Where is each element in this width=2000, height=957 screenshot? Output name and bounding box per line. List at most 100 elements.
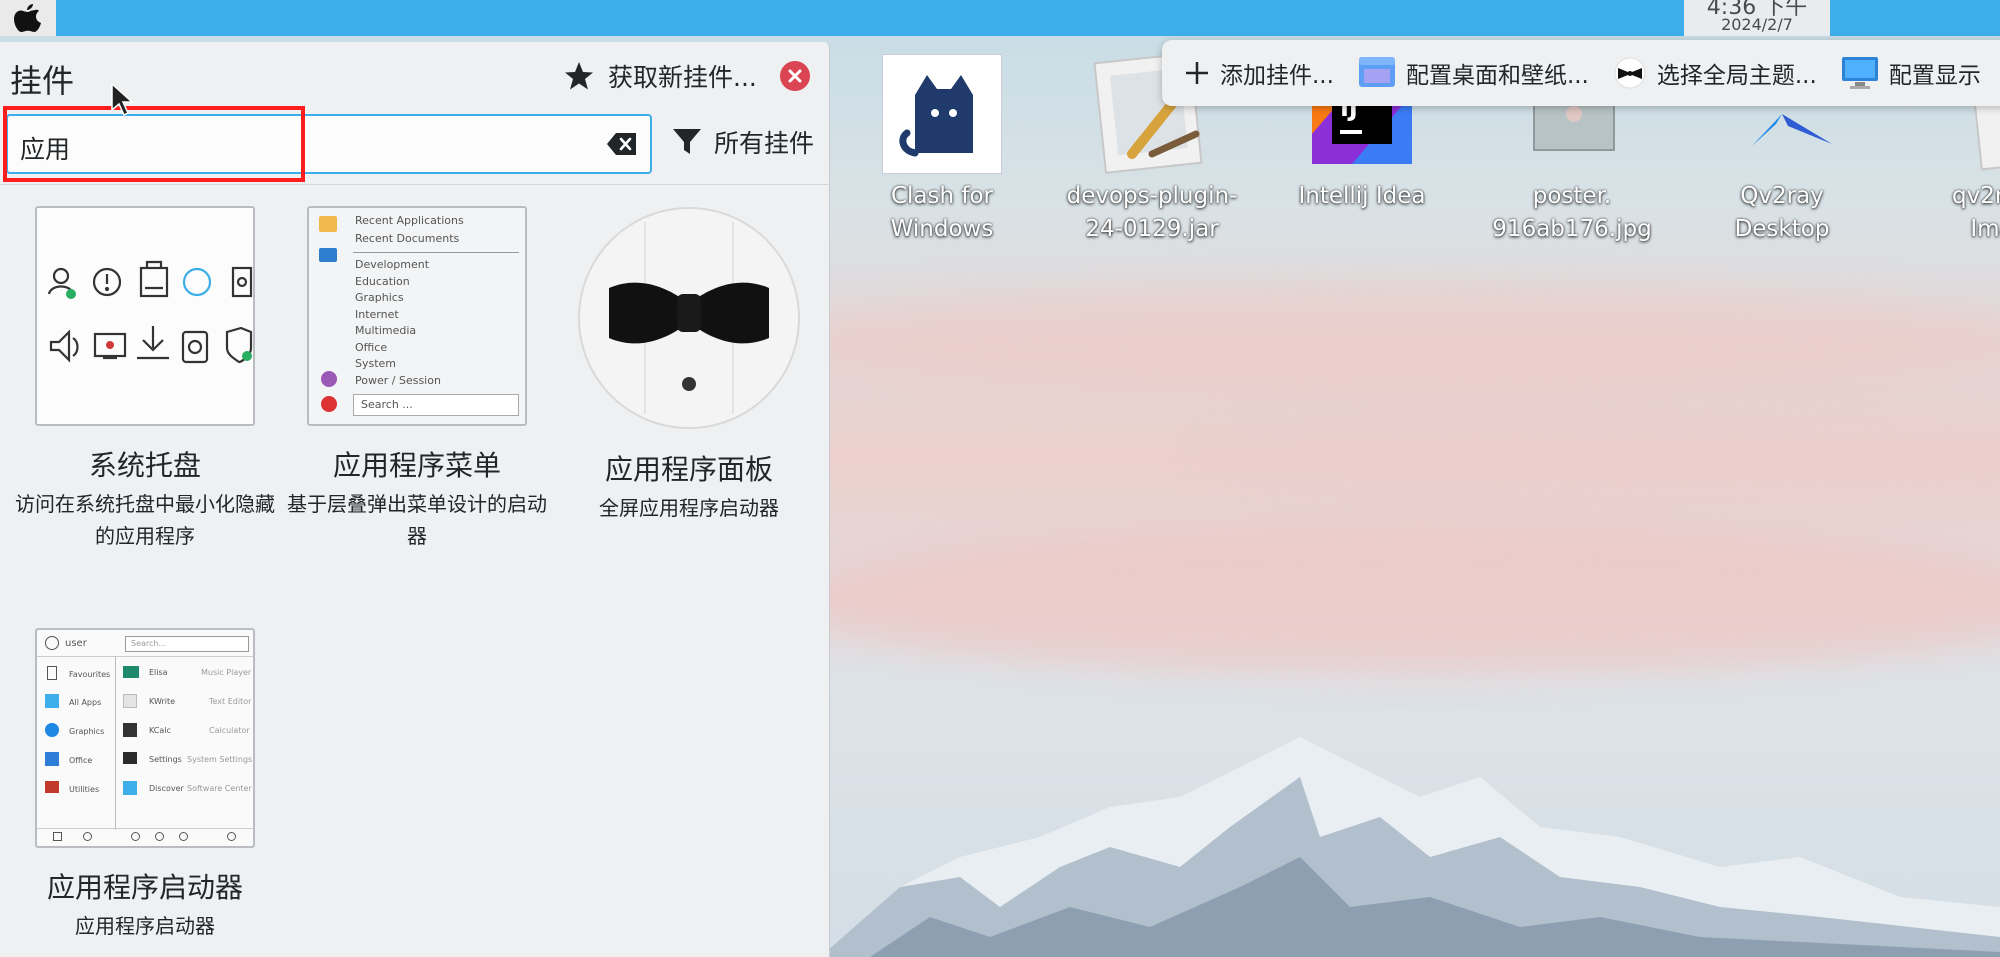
system-tray-preview xyxy=(35,206,255,426)
grid-icon xyxy=(53,832,62,841)
desktop-icon-label: Ima xyxy=(1970,216,2000,242)
widget-filter-label: 所有挂件 xyxy=(714,129,815,158)
clash-cat-icon xyxy=(882,54,1002,174)
restart-icon xyxy=(179,832,188,841)
application-menu-preview: Recent Applications Recent Documents Dev… xyxy=(307,206,527,426)
get-new-widgets-button[interactable]: 获取新挂件... xyxy=(564,58,757,94)
search-highlight-box xyxy=(3,106,305,182)
launcher-app-name: KCalc xyxy=(149,726,171,735)
get-new-widgets-label: 获取新挂件... xyxy=(608,63,757,92)
launcher-category: Office xyxy=(69,756,93,765)
menu-preview-item: Multimedia xyxy=(355,324,417,337)
widget-description: 应用程序启动器 xyxy=(75,914,215,938)
menu-preview-item: System xyxy=(355,357,397,370)
widget-filter-button[interactable]: 所有挂件 xyxy=(672,124,814,160)
launcher-user: user xyxy=(65,638,87,649)
info-icon xyxy=(227,832,236,841)
kcalc-icon xyxy=(123,723,137,737)
widget-name: 应用程序菜单 xyxy=(332,449,501,482)
star-icon xyxy=(564,61,594,91)
launcher-app-desc: Text Editor xyxy=(209,697,252,706)
widget-description: 全屏应用程序启动器 xyxy=(599,496,779,520)
menu-separator xyxy=(353,252,519,253)
launcher-app-name: Settings xyxy=(149,755,182,764)
discover-icon xyxy=(123,781,137,795)
bowtie-icon xyxy=(577,206,801,430)
user-avatar-icon xyxy=(45,636,59,650)
office-icon xyxy=(45,752,59,766)
close-panel-button[interactable] xyxy=(780,61,810,91)
configure-desktop-button[interactable]: 配置桌面和壁纸... xyxy=(1358,48,1589,98)
launcher-app-desc: Music Player xyxy=(201,668,252,677)
launcher-app-desc: System Settings xyxy=(187,755,253,764)
desktop-icon-label: qv2ray xyxy=(1951,183,2000,209)
widget-description: 访问在系统托盘中最小化隐藏的应用程序 xyxy=(15,492,275,548)
desktop-icon-clash[interactable]: Clash for Windows xyxy=(852,54,1032,246)
launcher-header-line xyxy=(37,656,253,657)
desktop-icon-label: Qv2ray Desktop xyxy=(1734,183,1830,242)
launcher-category: All Apps xyxy=(69,698,102,707)
menu-preview-item: Power / Session xyxy=(355,374,441,387)
clock-widget[interactable]: 4:36 下午 2024/2/7 xyxy=(1684,0,1830,36)
widget-system-tray[interactable]: 系统托盘 访问在系统托盘中最小化隐藏的应用程序 xyxy=(0,206,290,552)
top-panel: 4:36 下午 2024/2/7 xyxy=(0,0,2000,36)
global-theme-button[interactable]: 选择全局主题... xyxy=(1613,48,1817,98)
configure-desktop-label: 配置桌面和壁纸... xyxy=(1405,63,1589,89)
menu-preview-item: Search ... xyxy=(361,398,413,411)
desktop-toolbox: 添加挂件... 配置桌面和壁纸... 选择全局主题... 配置显示 xyxy=(1162,40,2000,106)
apple-menu-icon[interactable] xyxy=(0,0,56,36)
compass-icon xyxy=(83,832,92,841)
clear-search-icon[interactable] xyxy=(606,132,638,156)
menu-preview-item: Recent Documents xyxy=(355,232,460,245)
plus-icon xyxy=(1184,60,1210,86)
mouse-cursor-icon xyxy=(111,82,134,117)
launcher-app-name: KWrite xyxy=(149,697,176,706)
all-apps-icon xyxy=(45,694,59,708)
configure-display-label: 配置显示 xyxy=(1888,63,1981,89)
desktop-icon-label: 24-0129.jar xyxy=(1085,216,1219,242)
launcher-app-desc: Calculator xyxy=(209,726,250,735)
configure-display-button[interactable]: 配置显示 xyxy=(1841,48,1981,98)
launcher-app-name: Discover xyxy=(149,784,184,793)
settings-icon xyxy=(123,752,137,764)
widget-explorer-panel: 挂件 获取新挂件... 应用 所有挂件 系统托盘 访问在系统托盘中最小化隐藏的应… xyxy=(0,42,830,957)
launcher-category: Graphics xyxy=(69,727,105,736)
application-launcher-preview: user Search... Favourites All Apps Graph… xyxy=(35,628,255,848)
desktop-icon-label: Intellij Idea xyxy=(1298,183,1426,209)
panel-title: 挂件 xyxy=(10,62,75,100)
menu-preview-item: Education xyxy=(355,275,410,288)
graphics-icon xyxy=(45,723,59,737)
launcher-footer-line xyxy=(37,828,253,829)
favourites-icon xyxy=(47,666,57,680)
widget-application-dashboard[interactable]: 应用程序面板 全屏应用程序启动器 xyxy=(544,206,834,524)
launcher-search: Search... xyxy=(131,639,167,648)
clock-date: 2024/2/7 xyxy=(1721,15,1793,34)
widget-name: 系统托盘 xyxy=(88,449,201,482)
wallpaper-cloud xyxy=(1200,416,2000,496)
menu-preview-item: Graphics xyxy=(355,291,404,304)
menu-preview-item: Internet xyxy=(355,308,399,321)
desktop-icon-label: 916ab176.jpg xyxy=(1492,216,1652,242)
menu-mail-icon xyxy=(319,248,337,262)
widget-name: 应用程序启动器 xyxy=(46,871,243,904)
launcher-category: Utilities xyxy=(69,785,100,794)
menu-preview-item: Development xyxy=(355,258,430,271)
widget-application-launcher[interactable]: user Search... Favourites All Apps Graph… xyxy=(0,628,290,942)
add-widgets-button[interactable]: 添加挂件... xyxy=(1184,48,1334,98)
launcher-divider xyxy=(115,656,116,830)
launcher-app-desc: Software Center xyxy=(187,784,252,793)
sleep-icon xyxy=(131,832,140,841)
launcher-category: Favourites xyxy=(69,670,111,679)
menu-app-icon xyxy=(319,216,337,232)
widget-application-menu[interactable]: Recent Applications Recent Documents Dev… xyxy=(272,206,562,552)
desktop-icon-label: devops-plugin- xyxy=(1066,183,1238,209)
widget-description: 基于层叠弹出菜单设计的启动器 xyxy=(287,492,547,548)
global-theme-label: 选择全局主题... xyxy=(1656,63,1817,89)
wallpaper-cloud xyxy=(780,526,2000,676)
add-widgets-label: 添加挂件... xyxy=(1220,63,1334,89)
desktop-icon-label: Windows xyxy=(890,216,994,242)
wallpaper-cloud xyxy=(760,286,2000,396)
utilities-icon xyxy=(45,781,59,793)
filter-icon xyxy=(672,127,702,157)
power-icon xyxy=(155,832,164,841)
